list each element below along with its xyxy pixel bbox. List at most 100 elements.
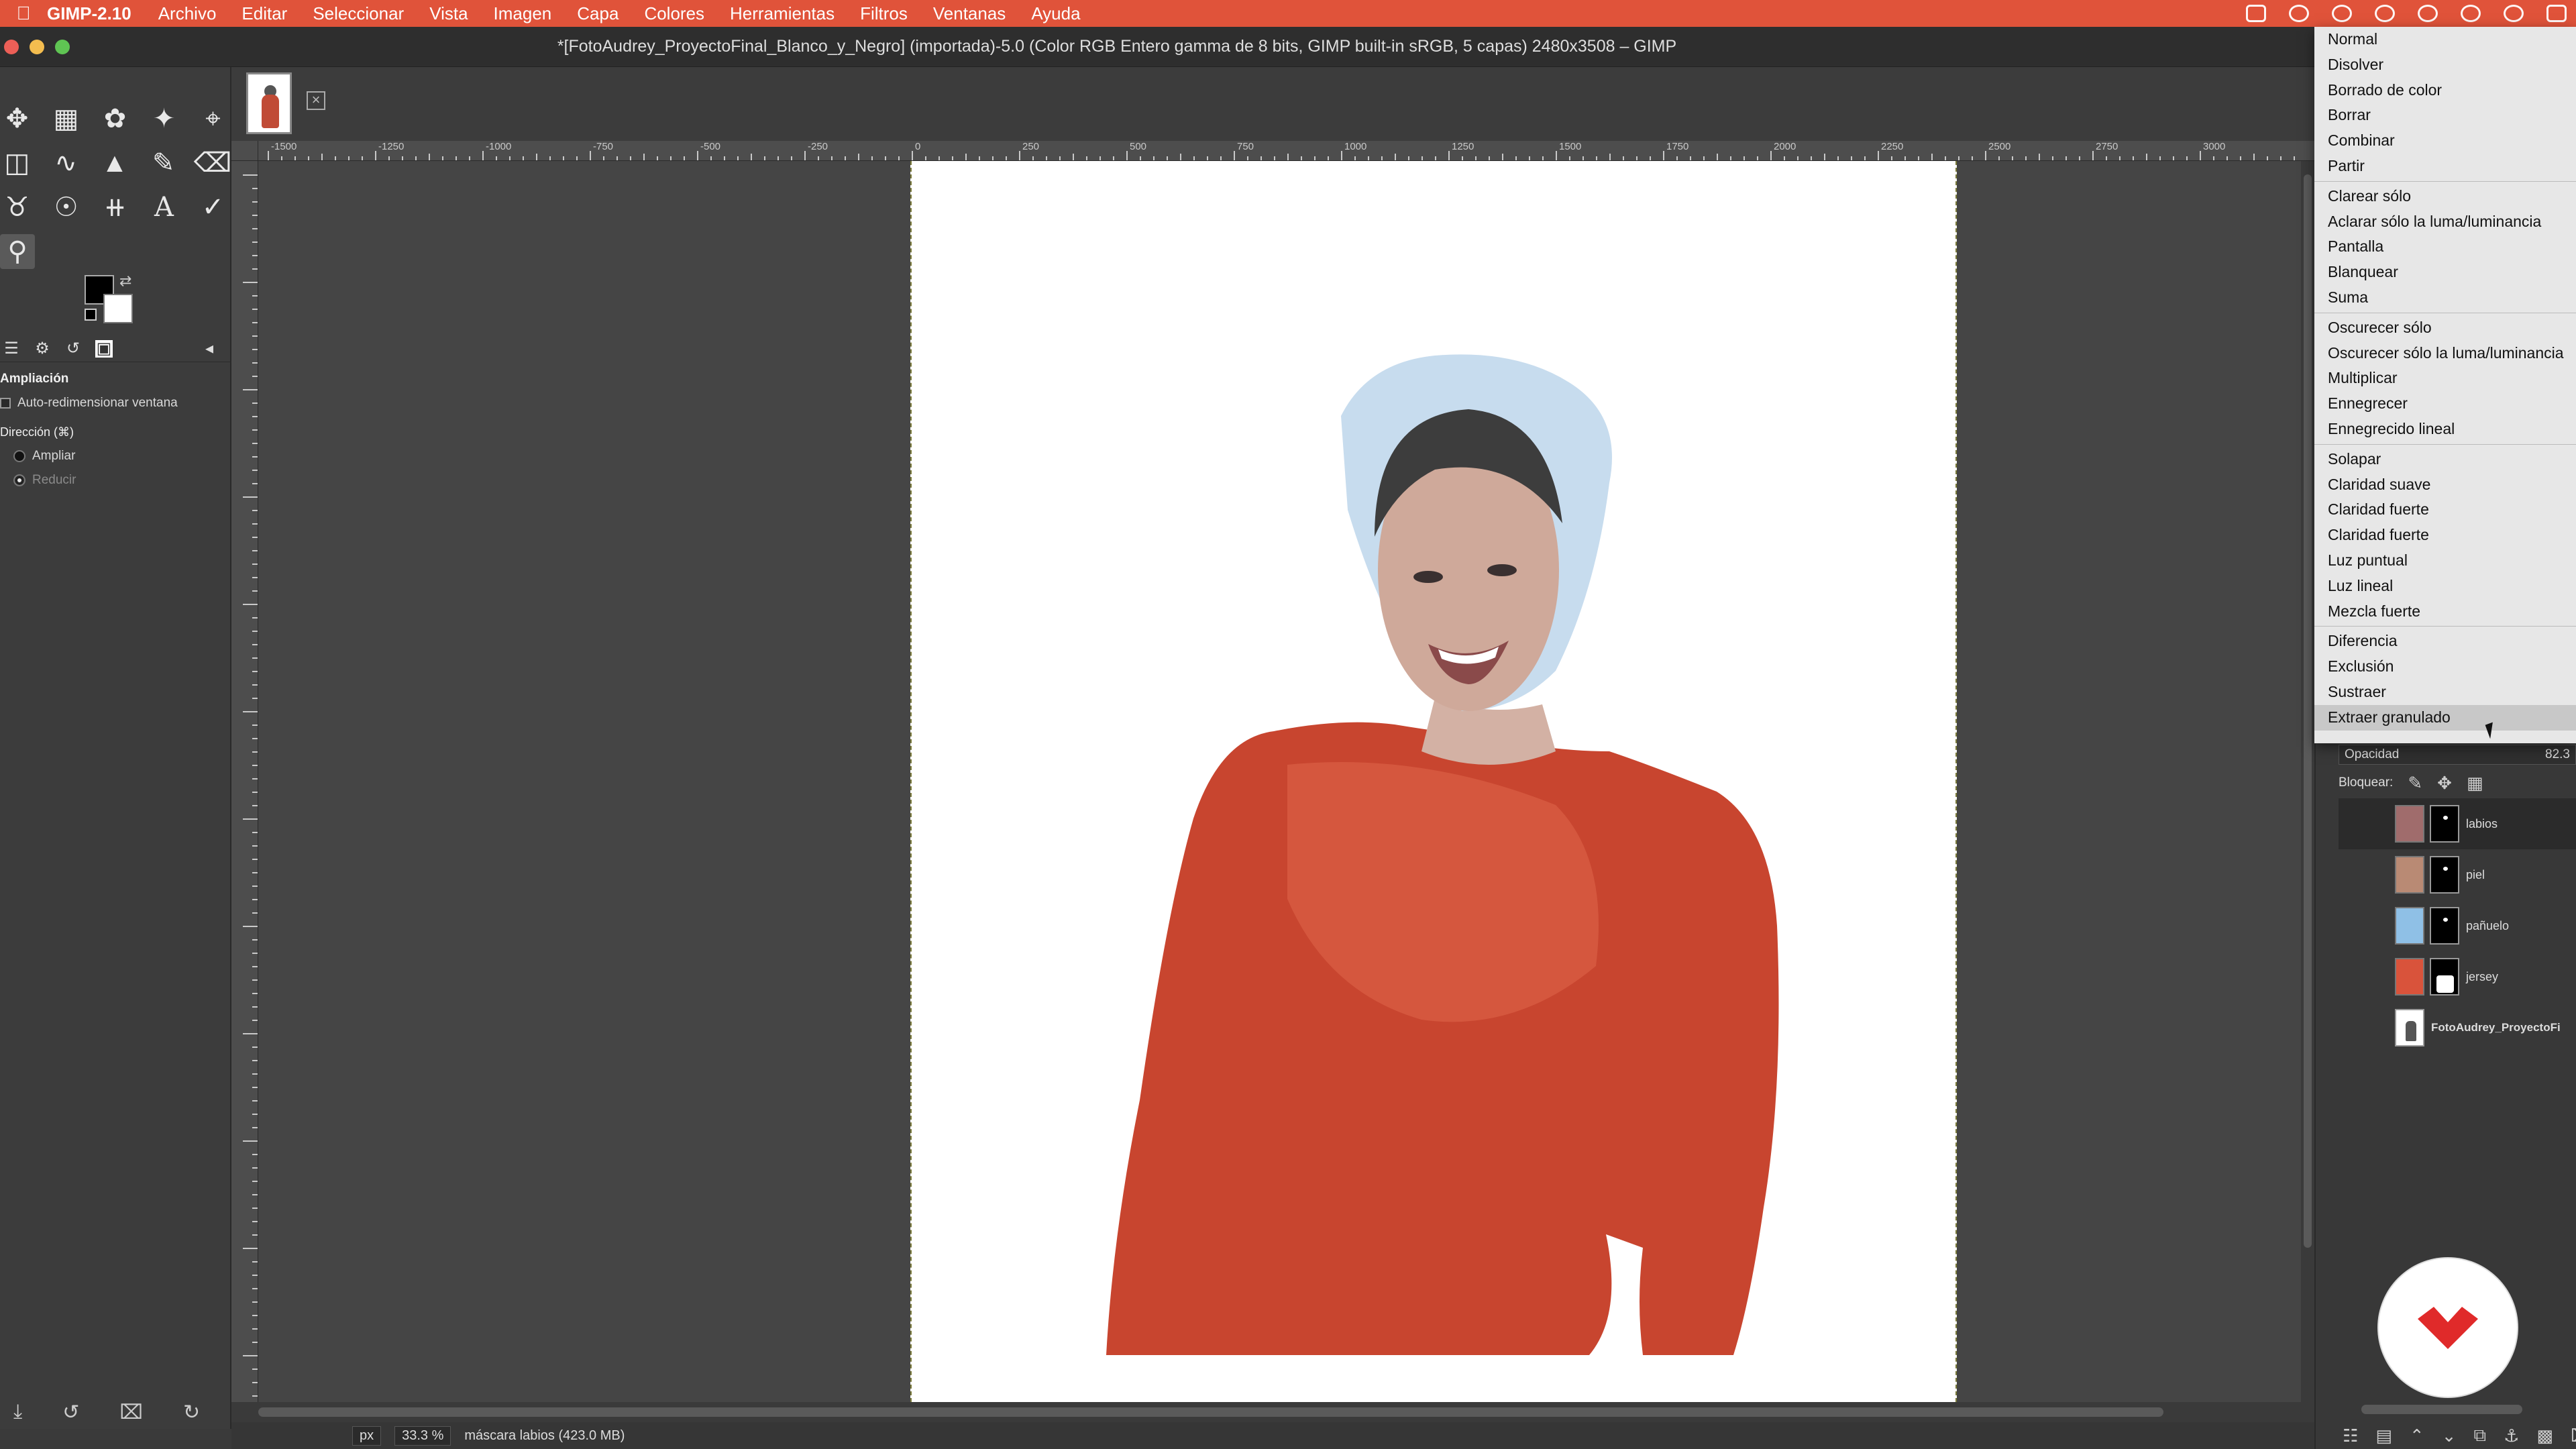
lower-layer-icon[interactable]: ⌄: [2442, 1426, 2457, 1446]
wifi-icon[interactable]: [2461, 5, 2481, 22]
blend-mode-item[interactable]: Normal: [2314, 27, 2576, 52]
creative-cloud-icon[interactable]: [2289, 5, 2309, 22]
blend-mode-item[interactable]: Extraer granulado: [2314, 704, 2576, 731]
opacity-slider[interactable]: Opacidad 82.3: [2339, 745, 2576, 765]
layer-row[interactable]: labios: [2339, 798, 2576, 849]
blend-mode-item[interactable]: Luz lineal: [2314, 574, 2576, 599]
undo-history-tab-icon[interactable]: ↺: [64, 339, 82, 358]
layer-thumbnail[interactable]: [2395, 958, 2424, 996]
blend-mode-item[interactable]: Combinar: [2314, 128, 2576, 154]
blend-mode-item[interactable]: Exclusión: [2314, 654, 2576, 680]
add-mask-icon[interactable]: ▩: [2536, 1426, 2553, 1446]
device-status-tab-icon[interactable]: ⚙: [34, 339, 51, 358]
vertical-scrollbar[interactable]: [2301, 161, 2314, 1402]
menu-herramientas[interactable]: Herramientas: [730, 3, 835, 24]
blend-mode-item[interactable]: Blanquear: [2314, 260, 2576, 285]
eraser-tool-icon[interactable]: ⌫: [194, 146, 232, 180]
layer-name[interactable]: piel: [2466, 868, 2485, 882]
layer-name[interactable]: FotoAudrey_ProyectoFi: [2431, 1021, 2561, 1034]
delete-layer-icon[interactable]: ⌧: [2571, 1426, 2576, 1446]
zoom-tool-icon[interactable]: ⚲: [0, 234, 35, 269]
layer-row[interactable]: jersey: [2339, 951, 2576, 1002]
sync-icon[interactable]: [2332, 5, 2352, 22]
blend-mode-item[interactable]: Oscurecer sólo la luma/luminancia: [2314, 341, 2576, 366]
delete-options-icon[interactable]: ⌧: [119, 1401, 143, 1424]
blend-mode-item[interactable]: Borrar: [2314, 103, 2576, 128]
blend-mode-item[interactable]: Borrado de color: [2314, 78, 2576, 103]
clone-tool-icon[interactable]: ♉: [0, 190, 34, 225]
configure-tab-icon[interactable]: ◂: [201, 339, 218, 358]
blend-mode-item[interactable]: Claridad suave: [2314, 472, 2576, 498]
blend-mode-item[interactable]: Claridad fuerte: [2314, 497, 2576, 523]
zoom-in-radio[interactable]: [13, 450, 25, 462]
duplicate-layer-icon[interactable]: ⧉: [2473, 1425, 2486, 1446]
raise-layer-icon[interactable]: ⌃: [2410, 1426, 2424, 1446]
layer-thumbnail[interactable]: [2395, 805, 2424, 843]
horizontal-ruler[interactable]: -1500 -1250 -1000 -750 -500 -250 0 250 500 750 100…: [258, 141, 2314, 161]
blend-mode-item[interactable]: Claridad fuerte: [2314, 523, 2576, 548]
layer-row[interactable]: pañuelo: [2339, 900, 2576, 951]
blend-mode-item[interactable]: Solapar: [2314, 447, 2576, 472]
new-layer-icon[interactable]: ☷: [2343, 1426, 2358, 1446]
layer-row[interactable]: piel: [2339, 849, 2576, 900]
paintbrush-tool-icon[interactable]: ✎: [146, 146, 180, 180]
lock-pixels-icon[interactable]: ✎: [2408, 773, 2422, 794]
layer-name[interactable]: jersey: [2466, 970, 2498, 984]
layer-mask-thumbnail[interactable]: [2430, 856, 2459, 894]
menu-ayuda[interactable]: Ayuda: [1031, 3, 1080, 24]
restore-options-icon[interactable]: ↺: [62, 1401, 79, 1424]
blend-mode-item[interactable]: Suma: [2314, 285, 2576, 311]
screen-mirroring-icon[interactable]: [2246, 5, 2266, 22]
blend-mode-item[interactable]: Ennegrecido lineal: [2314, 417, 2576, 442]
image-canvas[interactable]: [258, 161, 2314, 1402]
layer-name[interactable]: pañuelo: [2466, 919, 2509, 933]
color-picker-tool-icon[interactable]: ✓: [196, 190, 230, 225]
blend-mode-item[interactable]: Partir: [2314, 154, 2576, 179]
tool-options-tab-icon[interactable]: ☰: [3, 339, 20, 358]
warp-tool-icon[interactable]: ∿: [49, 146, 83, 180]
rect-select-tool-icon[interactable]: ▦: [49, 101, 83, 136]
ruler-corner-button[interactable]: [231, 141, 258, 161]
bucket-fill-tool-icon[interactable]: ▲: [98, 146, 132, 180]
zoom-selector[interactable]: 33.3 %: [394, 1426, 451, 1446]
menu-imagen[interactable]: Imagen: [494, 3, 552, 24]
free-select-tool-icon[interactable]: ✿: [98, 101, 132, 136]
app-menu[interactable]: GIMP-2.10: [47, 3, 131, 24]
blend-mode-item[interactable]: Diferencia: [2314, 629, 2576, 654]
record-icon[interactable]: [2375, 5, 2395, 22]
lock-alpha-icon[interactable]: ▦: [2467, 773, 2483, 794]
menu-vista[interactable]: Vista: [429, 3, 468, 24]
spotlight-search-icon[interactable]: [2504, 5, 2524, 22]
crop-tool-icon[interactable]: ⌖: [196, 101, 230, 136]
horizontal-scrollbar[interactable]: [258, 1402, 2314, 1422]
move-tool-icon[interactable]: ✥: [0, 101, 34, 136]
blend-mode-item[interactable]: Multiplicar: [2314, 366, 2576, 391]
blend-mode-dropdown[interactable]: Normal Disolver Borrado de color Borrar Comb…: [2314, 27, 2576, 743]
layer-thumbnail[interactable]: [2395, 856, 2424, 894]
image-page[interactable]: [910, 161, 1957, 1402]
layer-name[interactable]: labios: [2466, 817, 2498, 831]
fuzzy-select-tool-icon[interactable]: ✦: [147, 101, 181, 136]
transform-tool-icon[interactable]: ◫: [0, 146, 34, 180]
menu-colores[interactable]: Colores: [644, 3, 704, 24]
fg-bg-color-selector[interactable]: ⇄: [85, 272, 138, 329]
close-image-tab-icon[interactable]: ×: [307, 91, 325, 110]
swap-colors-icon[interactable]: ⇄: [119, 272, 131, 290]
apple-menu-icon[interactable]: : [0, 3, 47, 24]
auto-resize-checkbox[interactable]: [0, 398, 11, 409]
layer-thumbnail[interactable]: [2395, 1009, 2424, 1046]
menu-filtros[interactable]: Filtros: [860, 3, 908, 24]
unit-selector[interactable]: px: [352, 1426, 382, 1446]
layer-mask-thumbnail[interactable]: [2430, 958, 2459, 996]
zoom-out-radio[interactable]: [13, 474, 25, 486]
blend-mode-item[interactable]: Luz puntual: [2314, 548, 2576, 574]
blend-mode-item[interactable]: Clarear sólo: [2314, 184, 2576, 209]
layer-row[interactable]: FotoAudrey_ProyectoFi: [2339, 1002, 2576, 1053]
layer-thumbnail[interactable]: [2395, 907, 2424, 945]
background-color-swatch[interactable]: [103, 294, 133, 323]
images-tab-icon[interactable]: ▣: [95, 339, 113, 358]
smudge-tool-icon[interactable]: ☉: [49, 190, 83, 225]
anchor-layer-icon[interactable]: ⚓: [2504, 1426, 2519, 1446]
image-tab-thumbnail[interactable]: [246, 72, 292, 134]
save-options-icon[interactable]: ⤓: [13, 1401, 22, 1424]
